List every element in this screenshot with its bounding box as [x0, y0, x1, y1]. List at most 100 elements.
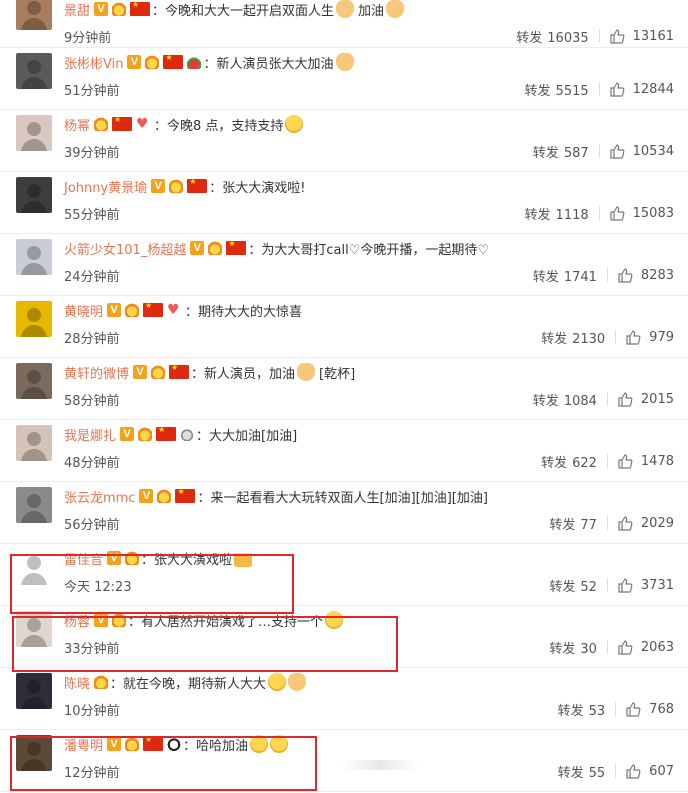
crown-icon — [145, 55, 160, 69]
avatar[interactable] — [16, 735, 52, 771]
thumbs-up-icon[interactable] — [617, 391, 633, 407]
comment-row: 陈晓 ：就在今晚，期待新人大大 10分钟前 转发 53 768 — [0, 668, 688, 730]
forward-button[interactable]: 转发 587 — [533, 142, 589, 161]
username-link[interactable]: Johnny黄景瑜 — [64, 177, 147, 196]
forward-button[interactable]: 转发 1084 — [533, 390, 597, 409]
avatar[interactable] — [16, 487, 52, 523]
forward-button[interactable]: 转发 1118 — [525, 204, 589, 223]
forward-button[interactable]: 转发 77 — [549, 514, 597, 533]
forward-label: 转发 — [549, 579, 576, 595]
thumbs-up-icon[interactable] — [609, 205, 625, 221]
colon: ： — [185, 304, 199, 320]
comment-text: 今晚和大大一起开启双面人生 — [165, 3, 335, 19]
verified-v-icon: V — [190, 241, 205, 255]
forward-button[interactable]: 转发 52 — [549, 576, 597, 595]
crown-icon — [112, 2, 127, 16]
avatar[interactable] — [16, 177, 52, 213]
divider — [598, 29, 600, 43]
username-link[interactable]: 黄轩的微博 — [64, 363, 129, 382]
avatar[interactable] — [16, 363, 52, 399]
thumbs-up-icon[interactable] — [617, 639, 633, 655]
forward-button[interactable]: 转发 16035 — [516, 27, 588, 46]
comment-stats: 转发 52 3731 — [549, 575, 674, 595]
crown-icon — [169, 179, 184, 193]
comment-text: 哈哈加油 — [196, 738, 249, 754]
thumbs-up-icon[interactable] — [617, 267, 633, 283]
username-link[interactable]: 景甜 — [64, 0, 90, 19]
forward-button[interactable]: 转发 55 — [558, 762, 606, 781]
thumbs-up-icon[interactable] — [625, 329, 641, 345]
username-link[interactable]: 张云龙mmc — [64, 487, 135, 506]
forward-label: 转发 — [549, 641, 576, 657]
comment-row: 杨幂 ♥ ：今晚8 点，支持支持 39分钟前 转发587 10534 — [0, 110, 688, 172]
forward-button[interactable]: 转发 1741 — [533, 266, 597, 285]
username-link[interactable]: 杨幂 — [64, 115, 90, 134]
avatar[interactable] — [16, 301, 52, 337]
face-emoji-icon — [270, 735, 289, 753]
avatar[interactable] — [16, 53, 52, 89]
comment-line: Johnny黄景瑜 V ：张大大演戏啦! — [64, 175, 305, 197]
avatar[interactable] — [16, 115, 52, 151]
forward-button[interactable]: 转发 53 — [558, 700, 606, 719]
forward-count: 30 — [580, 641, 597, 657]
forward-button[interactable]: 转发 2130 — [541, 328, 605, 347]
crown-icon — [208, 241, 223, 255]
verified-v-icon: V — [107, 551, 122, 565]
like-count: 2015 — [640, 391, 674, 407]
avatar[interactable] — [16, 611, 52, 647]
divider — [615, 330, 617, 344]
face-emoji-icon — [268, 673, 287, 691]
comment-line: 张云龙mmc V ：来一起看看大大玩转双面人生[加油][加油][加油] — [64, 485, 488, 507]
thumbs-up-icon[interactable] — [617, 515, 633, 531]
username-link[interactable]: 张彬彬Vin — [64, 53, 123, 72]
username-link[interactable]: 杨蓉 — [64, 611, 90, 630]
forward-label: 转发 — [532, 393, 559, 409]
comment-list: 景甜V：今晚和大大一起开启双面人生加油9分钟前转发1603513161张彬彬Vi… — [0, 0, 688, 792]
username-link[interactable]: 我是娜扎 — [64, 425, 116, 444]
thumbs-up-icon[interactable] — [609, 81, 625, 97]
forward-label: 转发 — [557, 765, 584, 781]
comment-row: 杨蓉 V ：有人居然开始演戏了…支持一个 33分钟前 转发 30 2063 — [0, 606, 688, 668]
hand-emoji-icon — [336, 0, 355, 18]
thumbs-up-icon[interactable] — [625, 763, 641, 779]
verified-v-icon: V — [107, 737, 122, 751]
comment-stats: 转发 55 607 — [558, 761, 674, 781]
like-count: 12844 — [632, 81, 674, 97]
timestamp: 今天 12:23 — [64, 579, 132, 595]
thumbs-up-icon[interactable] — [625, 701, 641, 717]
colon: ： — [191, 366, 205, 382]
avatar[interactable] — [16, 673, 52, 709]
thumbs-up-icon[interactable] — [617, 577, 633, 593]
username-link[interactable]: 雷佳音 — [64, 549, 103, 568]
thumbs-up-icon[interactable] — [617, 453, 633, 469]
colon: ： — [203, 56, 217, 72]
timestamp: 56分钟前 — [64, 517, 120, 533]
comment-stats: 转发 53 768 — [558, 699, 674, 719]
divider — [606, 516, 608, 530]
avatar[interactable] — [16, 0, 52, 30]
thumbs-up-icon[interactable] — [609, 28, 625, 44]
hand-emoji-icon — [297, 363, 316, 381]
avatar[interactable] — [16, 425, 52, 461]
avatar[interactable] — [16, 549, 52, 585]
username-link[interactable]: 潘粤明 — [64, 735, 103, 754]
forward-label: 转发 — [532, 269, 559, 285]
forward-button[interactable]: 转发 622 — [541, 452, 597, 471]
timestamp: 33分钟前 — [64, 641, 120, 657]
china-flag-icon — [226, 239, 247, 255]
comment-extra-text: [乾杯] — [319, 366, 356, 382]
username-link[interactable]: 火箭少女101_杨超越 — [64, 239, 186, 258]
crown-icon — [125, 737, 140, 751]
comment-stats: 转发 1084 2015 — [533, 389, 674, 409]
verified-v-icon: V — [127, 55, 142, 69]
thumbs-up-icon[interactable] — [609, 143, 625, 159]
username-link[interactable]: 陈晓 — [64, 673, 90, 692]
avatar[interactable] — [16, 239, 52, 275]
username-link[interactable]: 黄晓明 — [64, 301, 103, 320]
like-count: 979 — [649, 329, 674, 345]
forward-button[interactable]: 转发 30 — [549, 638, 597, 657]
comment-line: 我是娜扎 V ：大大加油[加油] — [64, 423, 297, 445]
forward-label: 转发 — [524, 207, 551, 223]
forward-button[interactable]: 转发 5515 — [525, 80, 589, 99]
crown-icon — [94, 117, 109, 131]
